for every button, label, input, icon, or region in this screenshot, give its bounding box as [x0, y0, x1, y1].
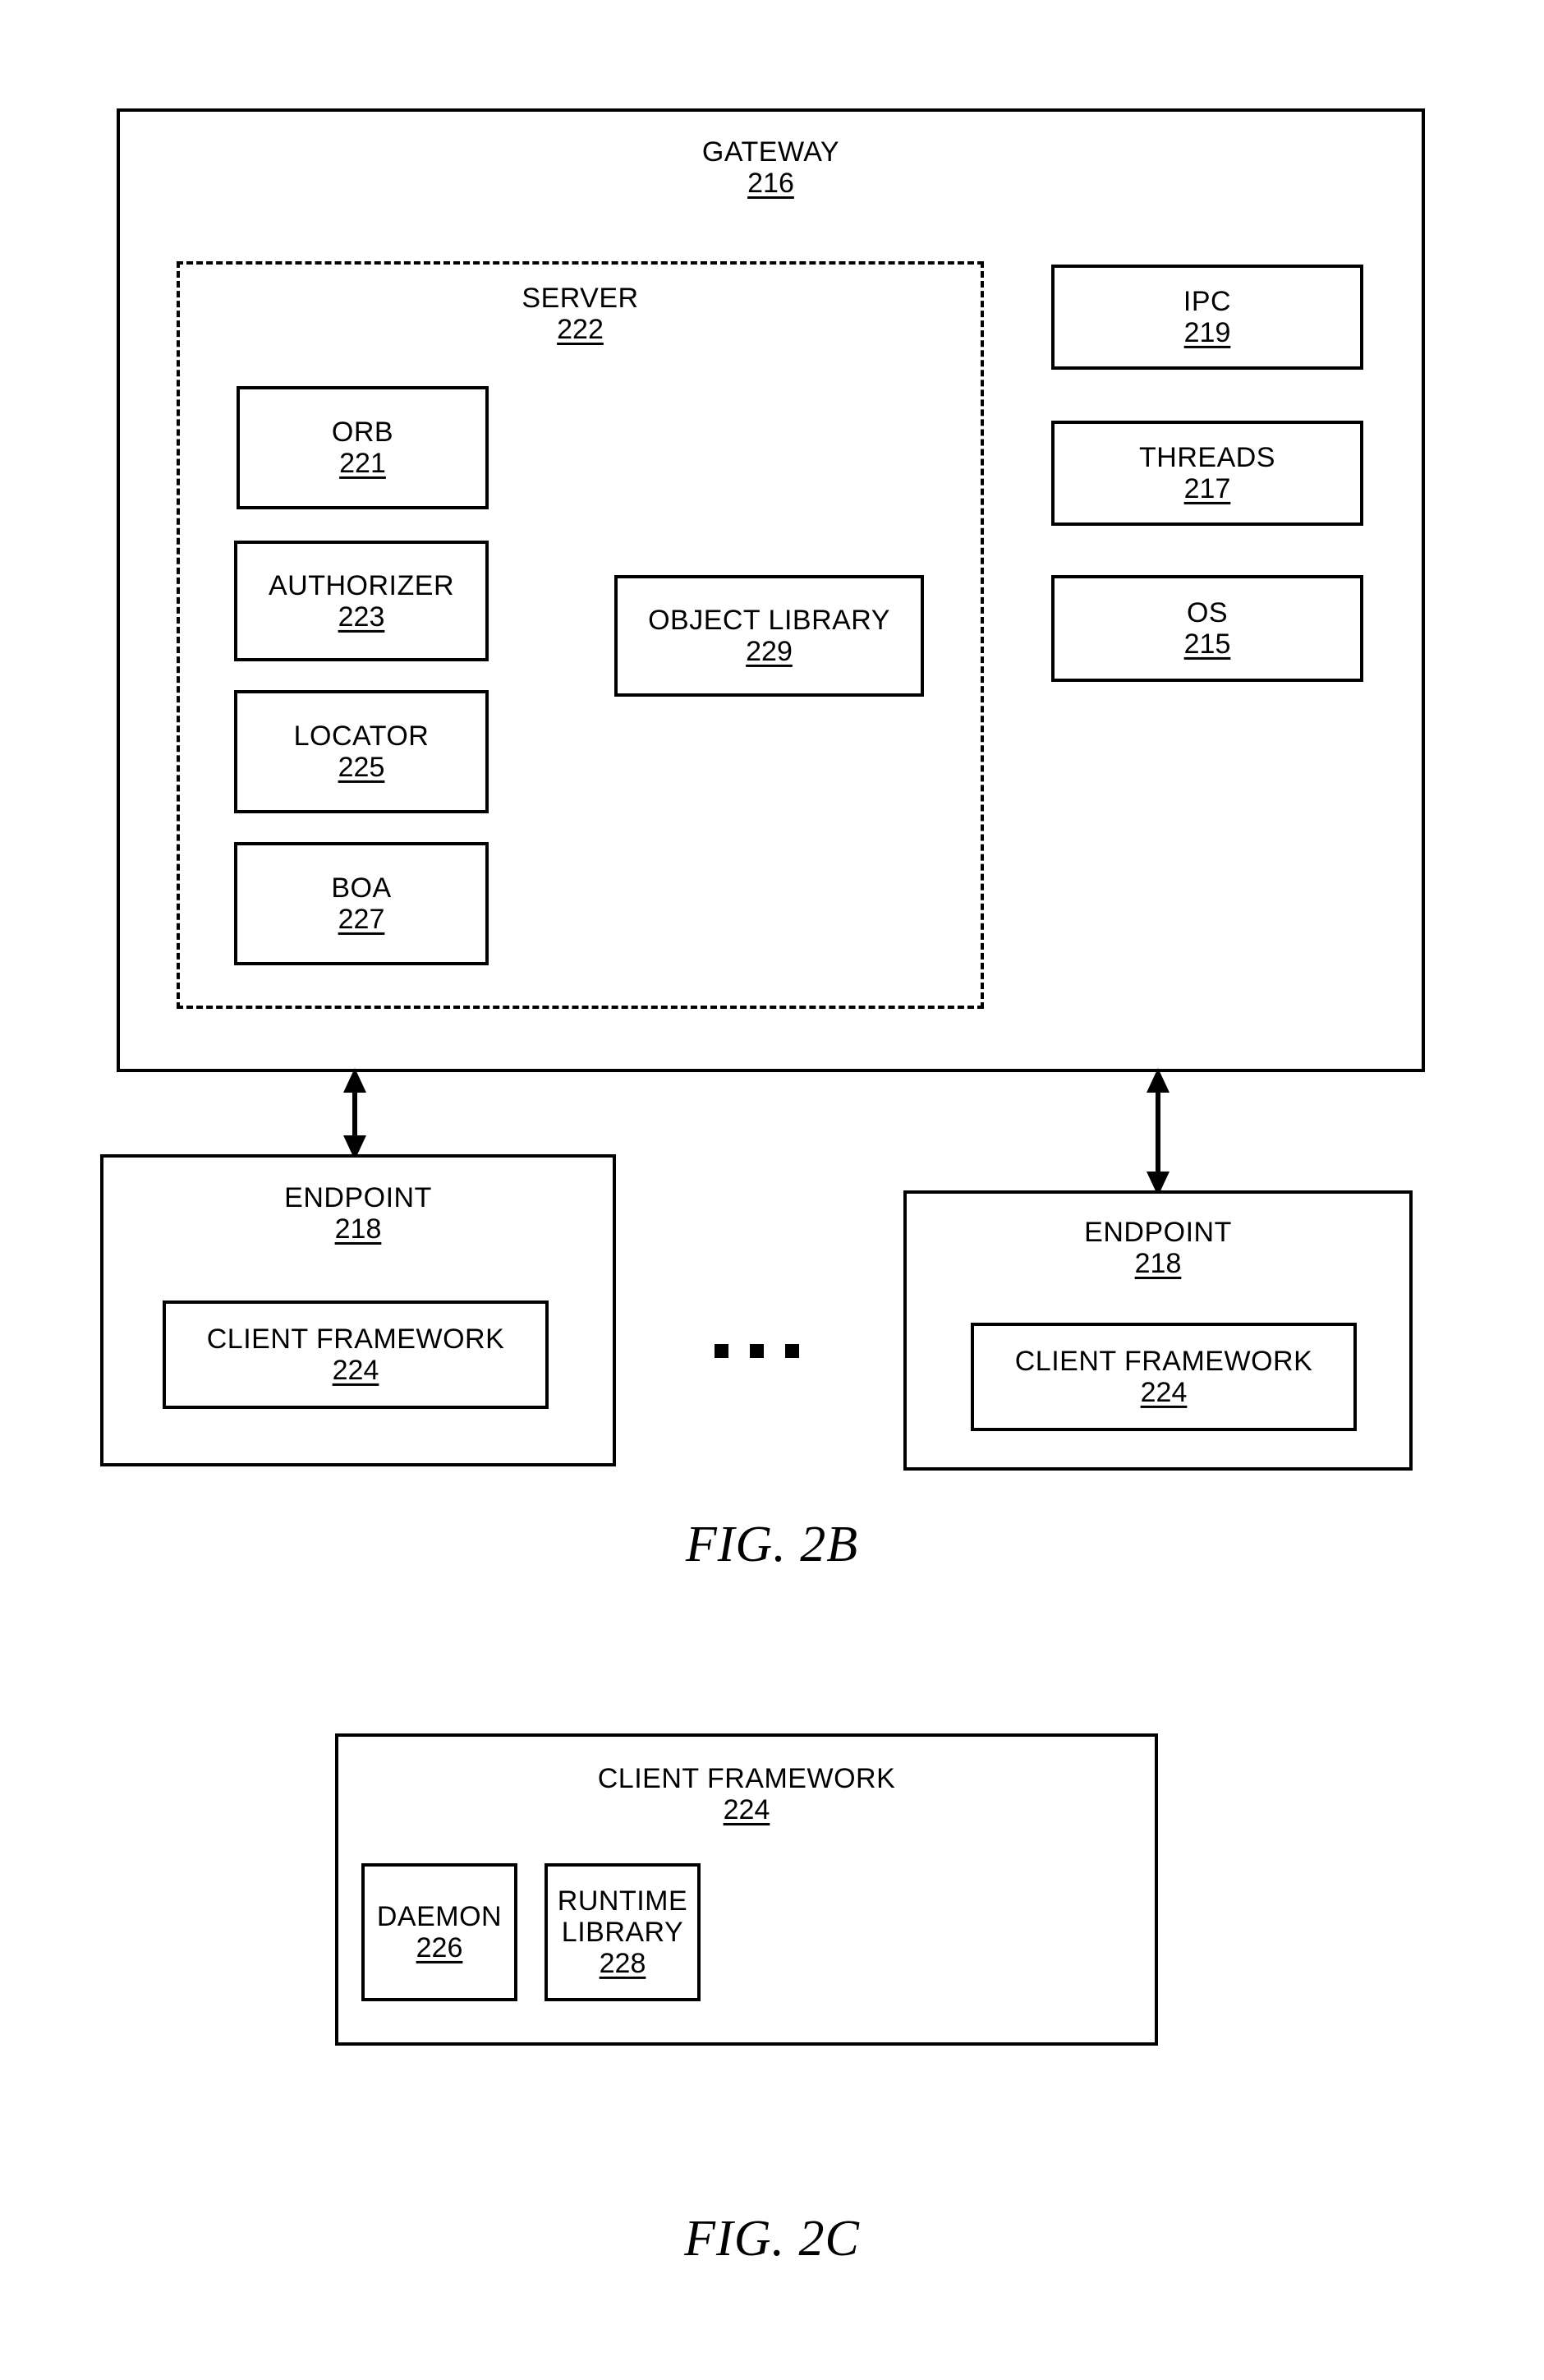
figure-caption-2c: FIG. 2C — [684, 2211, 860, 2267]
client-framework-left-label: CLIENT FRAMEWORK — [206, 1323, 505, 1355]
client-framework-left-number: 224 — [332, 1355, 379, 1386]
ellipsis-dot — [750, 1344, 764, 1358]
authorizer-number: 223 — [338, 601, 385, 633]
locator-label: LOCATOR — [293, 720, 430, 752]
ellipsis-dot — [715, 1344, 728, 1358]
os-label: OS — [1186, 596, 1229, 628]
figure-caption-2b: FIG. 2B — [685, 1517, 859, 1572]
threads-number: 217 — [1183, 473, 1231, 504]
orb-label: ORB — [331, 416, 394, 448]
os-number: 215 — [1183, 628, 1231, 660]
boa-label: BOA — [331, 872, 392, 904]
runtime-library-box: RUNTIME LIBRARY 228 — [545, 1863, 701, 2001]
threads-label: THREADS — [1139, 441, 1275, 473]
daemon-box: DAEMON 226 — [361, 1863, 517, 2001]
endpoint-left-number: 218 — [334, 1213, 382, 1245]
orb-box: ORB 221 — [237, 386, 489, 509]
runtime-library-number: 228 — [599, 1948, 646, 1980]
client-framework-right-number: 224 — [1140, 1377, 1188, 1408]
object-library-number: 229 — [746, 636, 793, 667]
ipc-label: IPC — [1183, 285, 1232, 317]
daemon-number: 226 — [416, 1932, 463, 1963]
gateway-endpoint-right-arrow — [1147, 1068, 1169, 1196]
boa-number: 227 — [338, 904, 385, 935]
boa-box: BOA 227 — [234, 842, 489, 965]
endpoint-right-number: 218 — [1134, 1248, 1182, 1280]
ipc-box: IPC 219 — [1051, 265, 1363, 370]
orb-number: 221 — [339, 448, 386, 479]
ellipsis-dot — [785, 1344, 799, 1358]
endpoint-continuation-ellipsis — [715, 1344, 799, 1358]
os-box: OS 215 — [1051, 575, 1363, 682]
patent-drawing-sheet: GATEWAY 216 SERVER 222 ORB 221 AUTHORIZE… — [0, 0, 1544, 2380]
endpoint-left-label: ENDPOINT — [284, 1182, 432, 1213]
gateway-label: GATEWAY — [701, 136, 840, 168]
gateway-number: 216 — [747, 168, 794, 200]
authorizer-label: AUTHORIZER — [269, 569, 454, 601]
object-library-label: OBJECT LIBRARY — [648, 604, 890, 636]
endpoint-right-label: ENDPOINT — [1084, 1217, 1232, 1248]
client-framework-box-left: CLIENT FRAMEWORK 224 — [163, 1300, 549, 1409]
daemon-label: DAEMON — [376, 1900, 503, 1932]
server-number: 222 — [557, 314, 604, 346]
locator-box: LOCATOR 225 — [234, 690, 489, 813]
authorizer-box: AUTHORIZER 223 — [234, 541, 489, 661]
client-framework-box-right: CLIENT FRAMEWORK 224 — [971, 1323, 1357, 1431]
ipc-number: 219 — [1183, 317, 1231, 348]
client-framework-detail-label: CLIENT FRAMEWORK — [597, 1763, 896, 1794]
server-label: SERVER — [522, 283, 639, 314]
runtime-library-label-line1: RUNTIME — [557, 1885, 688, 1917]
client-framework-detail-number: 224 — [723, 1794, 770, 1826]
threads-box: THREADS 217 — [1051, 421, 1363, 526]
client-framework-right-label: CLIENT FRAMEWORK — [1014, 1345, 1313, 1377]
object-library-box: OBJECT LIBRARY 229 — [614, 575, 924, 697]
gateway-endpoint-left-arrow — [343, 1068, 366, 1160]
runtime-library-label-line2: LIBRARY — [561, 1916, 684, 1948]
locator-number: 225 — [338, 752, 385, 783]
